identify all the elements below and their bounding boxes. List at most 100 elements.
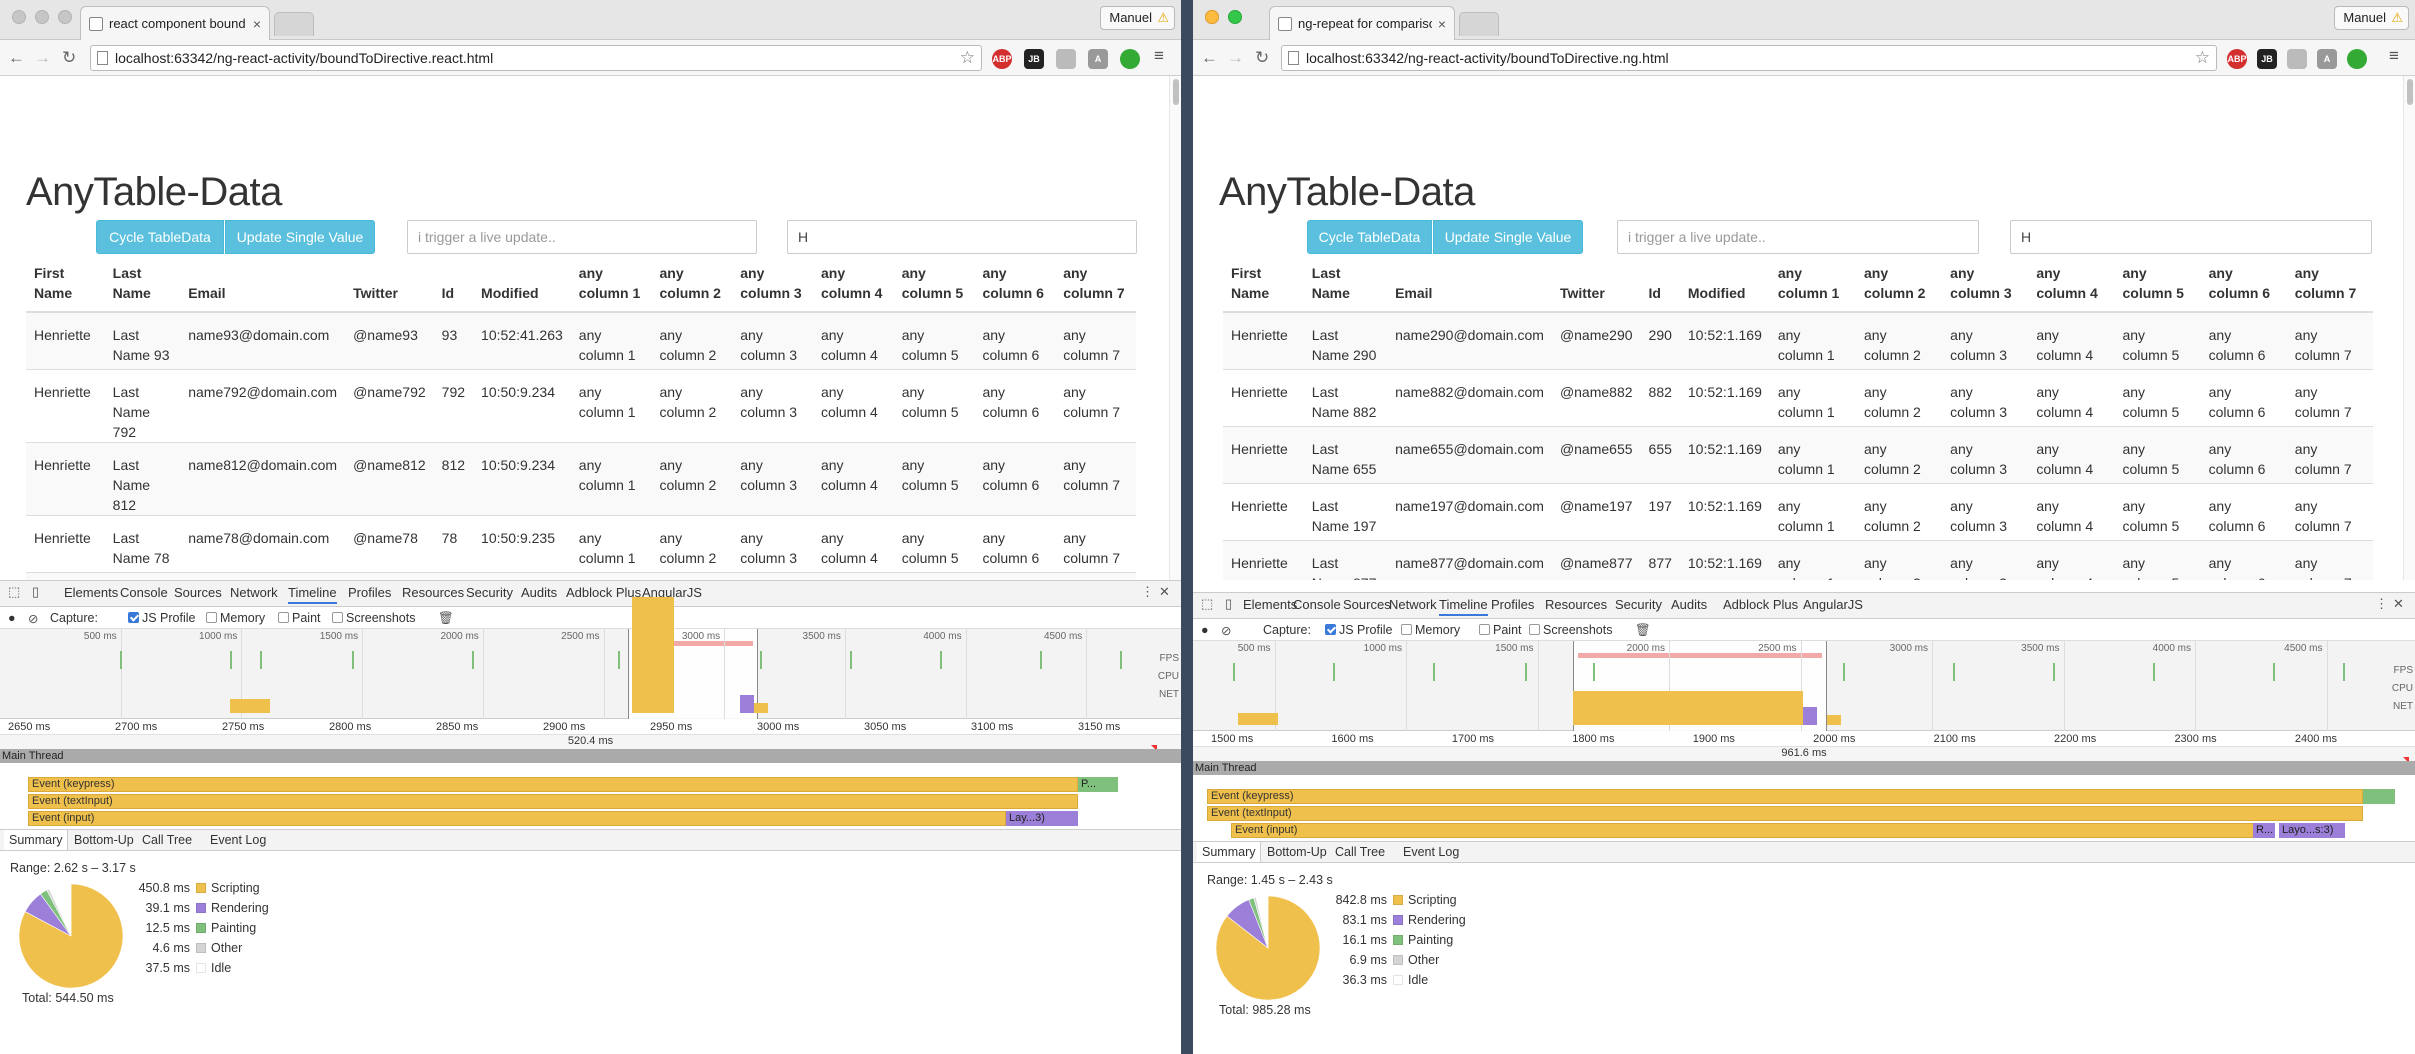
- table-row[interactable]: Henriette Last Name 197 name197@domain.com…: [1223, 482, 2373, 540]
- event-layout[interactable]: Layo...s:3): [2279, 823, 2345, 838]
- column-header[interactable]: any column 1: [1769, 256, 1857, 313]
- scrollbar-thumb[interactable]: [1173, 79, 1179, 105]
- abp-icon[interactable]: ABP: [992, 49, 1012, 69]
- capture-memory[interactable]: Memory: [1401, 623, 1460, 637]
- cycle-tabledata-button[interactable]: Cycle TableData: [1307, 220, 1432, 254]
- devtools-tab-security[interactable]: Security: [1615, 597, 1662, 612]
- column-header[interactable]: Last Name: [104, 256, 181, 313]
- capture-paint[interactable]: Paint: [278, 611, 321, 625]
- devtools-tab-profiles[interactable]: Profiles: [1491, 597, 1534, 612]
- column-header[interactable]: any column 4: [812, 256, 894, 313]
- column-header[interactable]: any column 7: [2286, 256, 2373, 313]
- column-header[interactable]: Twitter: [1551, 256, 1641, 313]
- event-layout[interactable]: Lay...3): [1006, 811, 1078, 826]
- inspect-element-icon[interactable]: ⬚: [1201, 597, 1215, 611]
- event-paint[interactable]: [2363, 789, 2395, 804]
- forward-arrow-icon[interactable]: →: [34, 48, 51, 68]
- devtools-tab-timeline[interactable]: Timeline: [288, 585, 337, 604]
- update-single-value-button[interactable]: Update Single Value: [1433, 220, 1583, 254]
- scrollbar-thumb[interactable]: [2407, 79, 2413, 105]
- column-header[interactable]: Id: [1640, 256, 1680, 313]
- column-header[interactable]: any column 4: [2028, 256, 2115, 313]
- minimize-window-button[interactable]: [35, 10, 49, 24]
- menu-icon[interactable]: ≡: [1154, 46, 1164, 66]
- column-header[interactable]: Email: [1387, 256, 1552, 313]
- devtools-tab-profiles[interactable]: Profiles: [348, 585, 391, 600]
- column-header[interactable]: Modified: [1679, 256, 1770, 313]
- trash-icon[interactable]: 🗑: [438, 611, 454, 626]
- devtools-tab-console[interactable]: Console: [1293, 597, 1341, 612]
- bookmark-star-icon[interactable]: ☆: [960, 46, 975, 70]
- timeline-overview[interactable]: 500 ms 1000 ms 1500 ms 2000 ms 2500 ms 3000 m…: [1193, 641, 2415, 731]
- column-header[interactable]: any column 1: [570, 256, 652, 313]
- table-row[interactable]: Henriette Last Name 655 name655@domain.com…: [1223, 425, 2373, 483]
- table-row[interactable]: Henriette Last Name 792 name792@domain.com…: [26, 368, 1136, 442]
- cast-icon[interactable]: [2287, 49, 2307, 69]
- clear-icon[interactable]: ⊘: [28, 611, 38, 626]
- clear-icon[interactable]: ⊘: [1221, 623, 1231, 638]
- devtools-tab-timeline[interactable]: Timeline: [1439, 597, 1488, 616]
- event-textinput[interactable]: Event (textInput): [28, 794, 1078, 809]
- cycle-tabledata-button[interactable]: Cycle TableData: [96, 220, 224, 254]
- address-bar[interactable]: localhost:63342/ng-react-activity/boundT…: [90, 45, 982, 71]
- column-header[interactable]: any column 2: [651, 256, 733, 313]
- summary-tab-call-tree[interactable]: Call Tree: [1335, 845, 1385, 859]
- column-header[interactable]: any column 5: [2114, 256, 2201, 313]
- devtools-tab-audits[interactable]: Audits: [1671, 597, 1707, 612]
- column-header[interactable]: First Name: [1223, 256, 1304, 313]
- column-header[interactable]: any column 7: [1055, 256, 1136, 313]
- column-header[interactable]: Modified: [473, 256, 571, 313]
- event-keypress[interactable]: Event (keypress): [28, 777, 1078, 792]
- devtools-tab-audits[interactable]: Audits: [521, 585, 557, 600]
- new-tab-button[interactable]: [1459, 12, 1499, 36]
- reload-icon[interactable]: ↻: [62, 48, 76, 68]
- devtools-tab-sources[interactable]: Sources: [174, 585, 222, 600]
- leaf-icon[interactable]: [1120, 49, 1140, 69]
- close-devtools-icon[interactable]: ✕: [2393, 597, 2407, 611]
- devtools-menu-icon[interactable]: ⋮: [2375, 597, 2389, 611]
- devtools-tab-resources[interactable]: Resources: [1545, 597, 1607, 612]
- devtools-tab-network[interactable]: Network: [1389, 597, 1437, 612]
- back-arrow-icon[interactable]: ←: [8, 48, 25, 68]
- profile-button[interactable]: Manuel: [2334, 6, 2409, 30]
- page-scrollbar[interactable]: [1169, 76, 1181, 580]
- summary-tab-event-log[interactable]: Event Log: [1403, 845, 1459, 859]
- column-header[interactable]: First Name: [26, 256, 105, 313]
- summary-tab-event-log[interactable]: Event Log: [210, 833, 266, 847]
- devtools-tab-angularjs[interactable]: AngularJS: [1803, 597, 1863, 612]
- column-header[interactable]: any column 5: [893, 256, 975, 313]
- record-icon[interactable]: ●: [1201, 623, 1209, 637]
- table-row[interactable]: Henriette Last Name 93 name93@domain.com @n…: [26, 311, 1136, 369]
- capture-memory[interactable]: Memory: [206, 611, 265, 625]
- page-scrollbar[interactable]: [2403, 76, 2415, 580]
- close-tab-icon[interactable]: ×: [253, 16, 261, 32]
- zoom-window-button[interactable]: [1228, 10, 1242, 24]
- column-header[interactable]: any column 3: [1942, 256, 2029, 313]
- close-tab-icon[interactable]: ×: [1438, 16, 1446, 32]
- forward-arrow-icon[interactable]: →: [1227, 48, 1244, 68]
- filter-input[interactable]: H: [787, 220, 1137, 254]
- devtools-tab-console[interactable]: Console: [120, 585, 168, 600]
- menu-icon[interactable]: ≡: [2389, 46, 2399, 66]
- live-update-input[interactable]: i trigger a live update..: [1617, 220, 1979, 254]
- zoom-window-button[interactable]: [58, 10, 72, 24]
- summary-tab-call-tree[interactable]: Call Tree: [142, 833, 192, 847]
- column-header[interactable]: any column 6: [2200, 256, 2287, 313]
- table-row[interactable]: Henriette Last Name 812 name812@domain.com…: [26, 441, 1136, 515]
- window-controls[interactable]: [12, 10, 72, 24]
- column-header[interactable]: any column 2: [1856, 256, 1943, 313]
- capture-screenshots[interactable]: Screenshots: [332, 611, 415, 625]
- table-row[interactable]: HenrietteLast Name 47name47@domain.com@n…: [26, 571, 1136, 580]
- table-row[interactable]: Henriette Last Name 290 name290@domain.com…: [1223, 311, 2373, 369]
- back-arrow-icon[interactable]: ←: [1201, 48, 1218, 68]
- summary-tab-summary[interactable]: Summary: [4, 830, 69, 850]
- leaf-icon[interactable]: [2347, 49, 2367, 69]
- devtools-tab-elements[interactable]: Elements: [1243, 597, 1297, 612]
- capture-js-profile[interactable]: JS Profile: [1325, 623, 1393, 637]
- column-header[interactable]: Email: [180, 256, 346, 313]
- abp-icon[interactable]: ABP: [2227, 49, 2247, 69]
- devtools-tab-adblock-plus[interactable]: Adblock Plus: [566, 585, 641, 600]
- address-bar[interactable]: localhost:63342/ng-react-activity/boundT…: [1281, 45, 2217, 71]
- browser-tab-ng[interactable]: ng-repeat for comparison ×: [1269, 6, 1455, 40]
- record-icon[interactable]: ●: [8, 611, 16, 625]
